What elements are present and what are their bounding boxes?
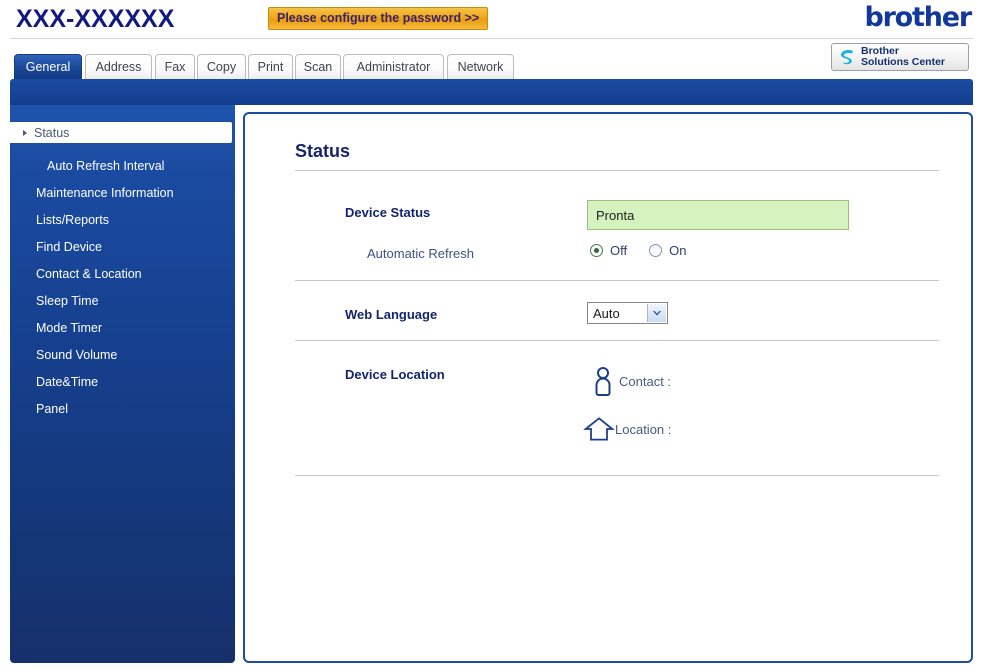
sidebar-item-date-time[interactable]: Date&Time xyxy=(10,371,235,392)
section-divider-bottom xyxy=(295,475,939,476)
sidebar-item-label: Auto Refresh Interval xyxy=(47,158,165,173)
contact-label: Contact : xyxy=(619,373,672,389)
device-location-label: Device Location xyxy=(345,367,445,382)
radio-refresh-on[interactable] xyxy=(649,244,663,257)
tab-scan[interactable]: Scan xyxy=(295,54,341,79)
sidebar-item-label: Sleep Time xyxy=(36,293,99,308)
sidebar-item-auto-refresh-interval[interactable]: Auto Refresh Interval xyxy=(10,155,235,176)
section-divider-location xyxy=(295,340,939,341)
page-title: Status xyxy=(295,141,351,161)
house-icon xyxy=(583,414,615,444)
sidebar-item-label: Lists/Reports xyxy=(36,212,109,227)
radio-refresh-on-label: On xyxy=(669,243,687,258)
sidebar-item-label: Contact & Location xyxy=(36,266,142,281)
sidebar-item-label: Panel xyxy=(36,401,68,416)
automatic-refresh-radio-group: Off On xyxy=(590,243,708,258)
sidebar-item-label: Find Device xyxy=(36,239,102,254)
section-divider-title xyxy=(295,170,939,171)
device-model-title: XXX-XXXXXX xyxy=(16,5,175,33)
brother-logo: brother xyxy=(864,2,972,33)
page-header: XXX-XXXXXX Please configure the password… xyxy=(0,0,983,42)
device-status-label: Device Status xyxy=(345,205,431,220)
web-language-selected-value: Auto xyxy=(593,305,620,321)
location-label: Location : xyxy=(615,421,672,437)
radio-refresh-off[interactable] xyxy=(590,244,603,257)
sidebar-item-maintenance-information[interactable]: Maintenance Information xyxy=(10,182,235,203)
section-divider-language xyxy=(295,280,939,281)
radio-refresh-off-label: Off xyxy=(610,243,628,258)
main-tab-bar: General Address Fax Copy Print Scan Admi… xyxy=(0,54,983,80)
configure-password-button[interactable]: Please configure the password >> xyxy=(268,7,489,30)
tab-address[interactable]: Address xyxy=(85,54,152,79)
tab-fax[interactable]: Fax xyxy=(155,54,195,79)
web-language-select[interactable]: Auto xyxy=(587,302,668,324)
sidebar-item-label: Maintenance Information xyxy=(36,185,174,200)
tab-network[interactable]: Network xyxy=(447,54,514,79)
tab-print[interactable]: Print xyxy=(248,54,293,79)
sidebar-item-panel[interactable]: Panel xyxy=(10,398,235,419)
sidebar-item-mode-timer[interactable]: Mode Timer xyxy=(10,317,235,338)
chevron-down-icon[interactable] xyxy=(647,304,666,322)
sidebar-item-status[interactable]: Status xyxy=(10,122,232,143)
tab-copy[interactable]: Copy xyxy=(197,54,246,79)
contact-row: Contact : xyxy=(587,366,671,396)
sidebar-item-find-device[interactable]: Find Device xyxy=(10,236,235,257)
sidebar-item-lists-reports[interactable]: Lists/Reports xyxy=(10,209,235,230)
sidebar-item-label: Sound Volume xyxy=(36,347,118,362)
sidebar-item-label: Mode Timer xyxy=(36,320,102,335)
main-content-panel: Status Device Status Pronta Automatic Re… xyxy=(243,112,973,663)
web-language-label: Web Language xyxy=(345,307,438,322)
sidebar-item-contact-location[interactable]: Contact & Location xyxy=(10,263,235,284)
automatic-refresh-label: Automatic Refresh xyxy=(367,246,474,261)
header-divider xyxy=(10,38,973,39)
location-row: Location : xyxy=(583,414,671,444)
sidebar-item-label: Date&Time xyxy=(36,374,99,389)
tab-administrator[interactable]: Administrator xyxy=(343,54,444,79)
device-status-value: Pronta xyxy=(587,200,849,230)
sidebar-item-sound-volume[interactable]: Sound Volume xyxy=(10,344,235,365)
person-icon xyxy=(587,366,619,396)
sidebar-nav: Status Auto Refresh Interval Maintenance… xyxy=(10,105,235,663)
sidebar-item-sleep-time[interactable]: Sleep Time xyxy=(10,290,235,311)
chevron-right-icon xyxy=(23,129,27,136)
sidebar-item-label: Status xyxy=(34,125,70,140)
tab-bar-underline-band xyxy=(10,79,973,105)
tab-general[interactable]: General xyxy=(14,54,82,79)
